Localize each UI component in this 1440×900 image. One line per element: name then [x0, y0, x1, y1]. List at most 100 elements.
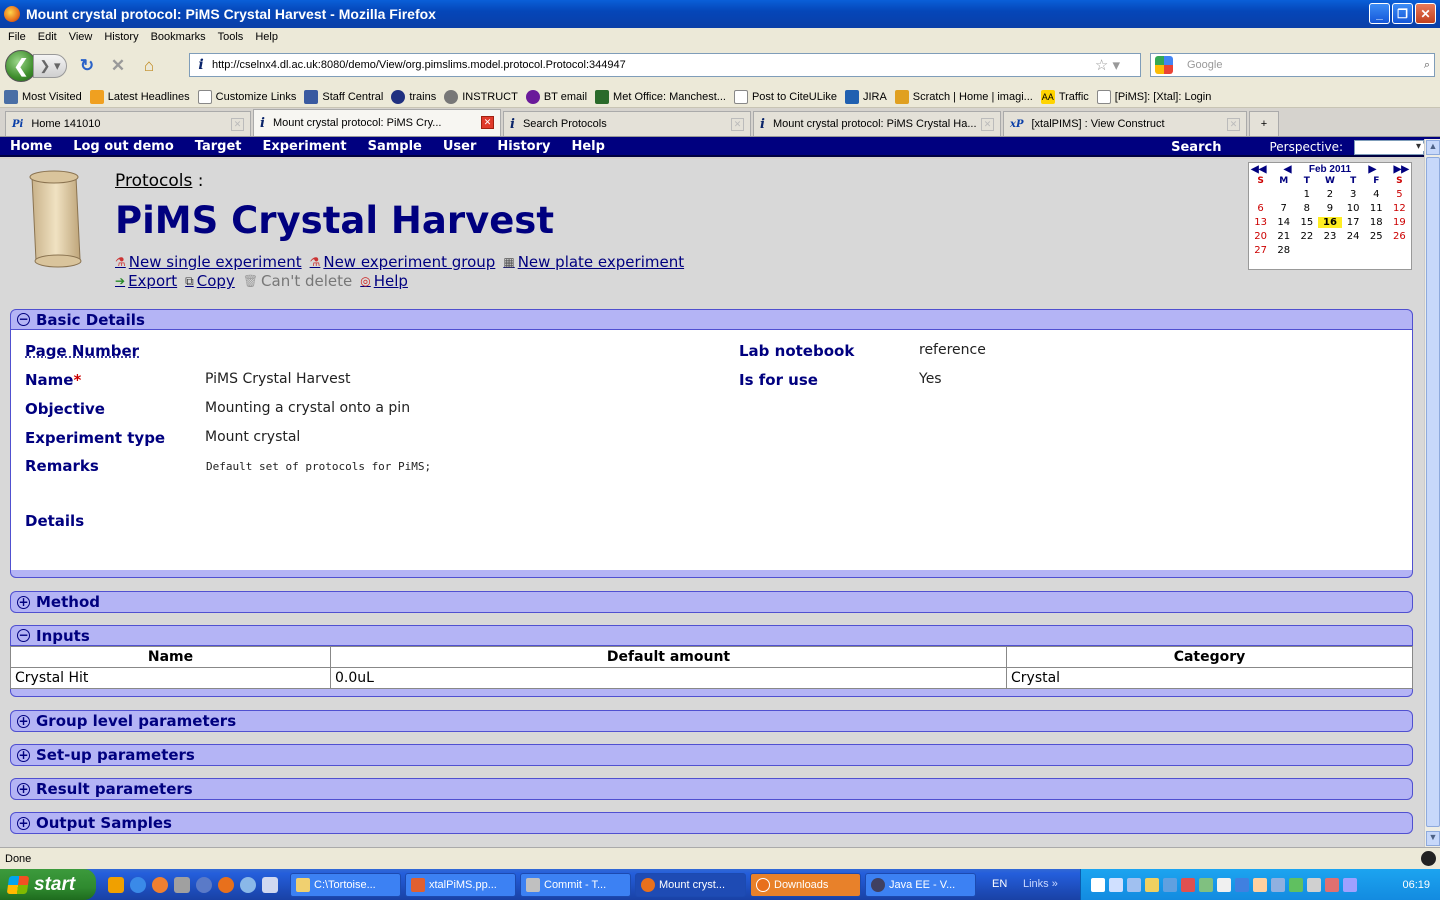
bookmark-latest-headlines[interactable]: Latest Headlines — [89, 89, 190, 104]
taskbar-item-tortoise[interactable]: C:\Tortoise... — [290, 872, 401, 897]
group-level-parameters-header[interactable]: + Group level parameters — [10, 710, 1413, 732]
google-icon[interactable] — [1155, 56, 1173, 74]
tray-icon[interactable] — [1343, 877, 1357, 892]
site-info-icon[interactable]: i — [190, 57, 212, 73]
cal-day[interactable]: 19 — [1388, 217, 1411, 228]
tray-icon[interactable] — [1289, 877, 1303, 892]
nav-logout[interactable]: Log out demo — [73, 139, 174, 154]
tray-icon[interactable] — [1199, 877, 1213, 892]
bookmark-pims-login[interactable]: [PiMS]: [Xtal]: Login — [1096, 89, 1211, 104]
new-plate-experiment-link[interactable]: ▦ New plate experiment — [503, 253, 684, 271]
cal-day[interactable]: 18 — [1365, 217, 1388, 228]
tray-icon[interactable] — [1271, 877, 1285, 892]
expand-icon[interactable]: + — [17, 714, 30, 728]
bookmark-staff-central[interactable]: Staff Central — [304, 89, 383, 104]
cal-day[interactable]: 28 — [1272, 245, 1295, 256]
new-tab-button[interactable]: + — [1249, 111, 1279, 136]
nav-target[interactable]: Target — [195, 139, 242, 154]
menu-help[interactable]: Help — [249, 31, 284, 43]
collapse-icon[interactable]: − — [17, 629, 30, 642]
inputs-header[interactable]: − Inputs — [10, 625, 1413, 646]
thunderbird-icon[interactable] — [152, 876, 168, 893]
scrollbar-thumb[interactable] — [1426, 157, 1440, 827]
nav-user[interactable]: User — [443, 139, 477, 154]
tab-mount-crystal-active[interactable]: i Mount crystal protocol: PiMS Cry... ✕ — [253, 109, 501, 136]
search-placeholder[interactable]: Google — [1187, 59, 1222, 71]
java-icon[interactable] — [108, 876, 124, 893]
help-link[interactable]: ◎ Help — [360, 272, 408, 290]
restore-button[interactable]: ❐ — [1392, 3, 1413, 24]
taskbar-item-java-ee[interactable]: Java EE - V... — [865, 872, 976, 897]
menu-history[interactable]: History — [98, 31, 144, 43]
cal-day[interactable]: 16 — [1318, 217, 1342, 228]
menu-tools[interactable]: Tools — [212, 31, 250, 43]
cal-day[interactable]: 4 — [1365, 189, 1388, 200]
language-indicator[interactable]: EN — [992, 878, 1007, 890]
bookmark-citeulike[interactable]: Post to CiteULike — [733, 89, 837, 104]
cal-day[interactable]: 26 — [1388, 231, 1411, 242]
copy-link[interactable]: ⧉ Copy — [185, 272, 235, 290]
tool-icon[interactable] — [174, 876, 190, 893]
expand-icon[interactable]: + — [17, 782, 30, 796]
cal-prev-month-icon[interactable]: ◀ — [1284, 164, 1292, 175]
bookmark-star-icon[interactable]: ☆ ▾ — [1095, 56, 1120, 74]
tray-icon[interactable] — [1307, 877, 1321, 892]
bookmark-trains[interactable]: trains — [391, 89, 436, 104]
expand-icon[interactable]: + — [17, 595, 30, 609]
cal-day[interactable]: 15 — [1295, 217, 1318, 228]
tray-icon[interactable] — [1145, 877, 1159, 892]
tray-icon[interactable] — [1163, 877, 1177, 892]
cal-day[interactable]: 6 — [1249, 203, 1272, 214]
cal-day[interactable]: 3 — [1342, 189, 1365, 200]
expand-icon[interactable]: + — [17, 816, 30, 830]
cal-day[interactable]: 10 — [1342, 203, 1365, 214]
cal-day[interactable]: 25 — [1365, 231, 1388, 242]
stop-icon[interactable]: ✕ — [107, 55, 129, 77]
menu-file[interactable]: File — [2, 31, 32, 43]
tray-icon[interactable] — [1217, 877, 1231, 892]
tray-icon[interactable] — [1235, 877, 1249, 892]
nav-history[interactable]: History — [497, 139, 550, 154]
cal-day[interactable]: 8 — [1295, 203, 1318, 214]
tab-home[interactable]: Pi Home 141010 ✕ — [5, 111, 251, 136]
tab-mount-crystal-2[interactable]: i Mount crystal protocol: PiMS Crystal Ha… — [753, 111, 1001, 136]
bookmark-met-office[interactable]: Met Office: Manchest... — [595, 89, 726, 104]
tray-icon[interactable] — [1181, 877, 1195, 892]
taskbar-item-commit[interactable]: Commit - T... — [520, 872, 631, 897]
cal-day[interactable]: 17 — [1342, 217, 1365, 228]
new-experiment-group-link[interactable]: ⚗ New experiment group — [310, 253, 496, 271]
output-samples-header[interactable]: + Output Samples — [10, 812, 1413, 834]
tray-icon[interactable] — [1109, 877, 1123, 892]
tray-icon[interactable] — [1127, 877, 1141, 892]
cal-next-month-icon[interactable]: ▶ — [1368, 164, 1376, 175]
method-header[interactable]: + Method — [10, 591, 1413, 613]
taskbar-item-downloads[interactable]: Downloads — [750, 872, 861, 897]
home-icon[interactable]: ⌂ — [138, 55, 160, 77]
cal-day[interactable]: 11 — [1365, 203, 1388, 214]
nav-search[interactable]: Search — [1171, 140, 1221, 155]
collapse-icon[interactable]: − — [17, 313, 30, 326]
expand-icon[interactable]: + — [17, 748, 30, 762]
cal-day[interactable]: 13 — [1249, 217, 1272, 228]
perspective-select[interactable]: standard — [1354, 139, 1437, 155]
bookmark-bt-email[interactable]: BT email — [525, 89, 587, 104]
bookmark-most-visited[interactable]: Most Visited — [4, 89, 82, 104]
menu-view[interactable]: View — [63, 31, 99, 43]
nav-experiment[interactable]: Experiment — [262, 139, 346, 154]
cal-day[interactable]: 14 — [1272, 217, 1295, 228]
nav-sample[interactable]: Sample — [368, 139, 422, 154]
forward-button[interactable]: ❯ ▾ — [33, 54, 67, 78]
tray-icon[interactable] — [1091, 877, 1105, 892]
cal-prev-year-icon[interactable]: ◀◀ — [1251, 164, 1266, 175]
result-parameters-header[interactable]: + Result parameters — [10, 778, 1413, 800]
vertical-scrollbar[interactable]: ▲ ▼ — [1424, 139, 1440, 847]
tray-icon[interactable] — [1253, 877, 1267, 892]
tab-close-icon[interactable]: ✕ — [231, 118, 244, 131]
setup-parameters-header[interactable]: + Set-up parameters — [10, 744, 1413, 766]
export-link[interactable]: ➔ Export — [115, 272, 177, 290]
basic-details-header[interactable]: − Basic Details — [10, 309, 1413, 330]
search-bar[interactable]: Google ⌕ — [1150, 53, 1435, 77]
cal-day[interactable]: 2 — [1318, 189, 1341, 200]
tab-search-protocols[interactable]: i Search Protocols ✕ — [503, 111, 751, 136]
url-text[interactable]: http://cselnx4.dl.ac.uk:8080/demo/View/o… — [212, 59, 626, 71]
